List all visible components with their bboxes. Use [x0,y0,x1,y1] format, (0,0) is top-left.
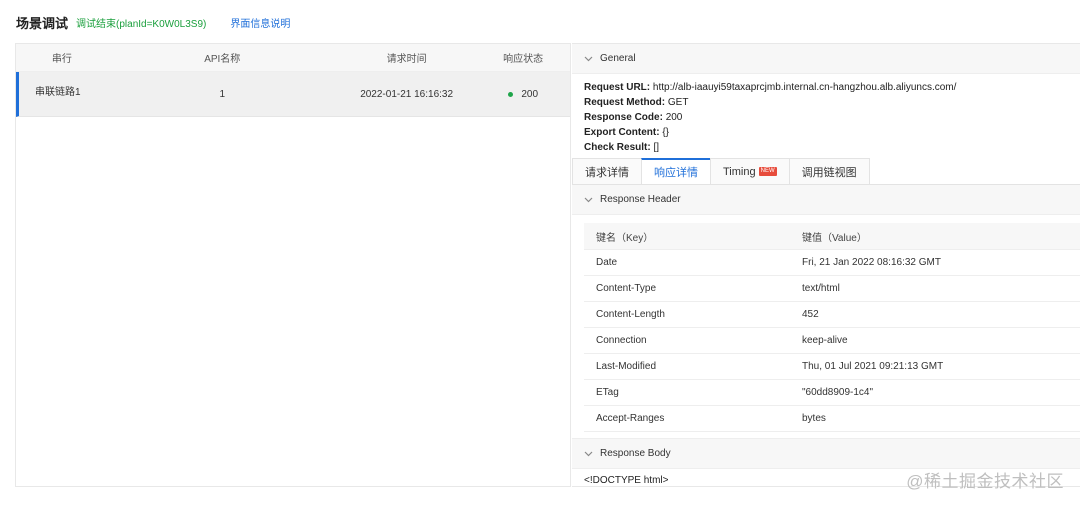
row-api-count: 1 [219,88,226,100]
general-info: Request URL: http://alb-iaauyi59taxaprcj… [572,74,1080,155]
detail-panel: General Request URL: http://alb-iaauyi59… [572,43,1080,487]
response-header-table: 键名（Key） 键值（Value） Date Fri, 21 Jan 2022 0… [584,223,1080,432]
col-request-time: 请求时间 [386,54,427,65]
watermark: @稀土掘金技术社区 [906,472,1064,491]
row-status-cell: 200 [476,89,570,100]
tab-timing-label: Timing [723,165,756,178]
info-link[interactable]: 界面信息说明 [230,15,290,30]
general-title: General [600,53,636,64]
table-row: Date Fri, 21 Jan 2022 08:16:32 GMT [584,250,1080,276]
export-content-label: Export Content: [584,127,660,138]
key-column-header: 键名（Key） [596,232,654,244]
chevron-down-icon [584,197,594,203]
header-key: Content-Type [596,283,657,294]
check-result: [] [653,142,660,153]
page-title: 场景调试 [16,15,69,31]
table-row: Content-Type text/html [584,276,1080,302]
debug-status: 调试结束(planId=K0W0L3S9) [76,18,207,30]
col-response-status: 响应状态 [503,54,544,65]
header-value: Thu, 01 Jul 2021 09:21:13 GMT [802,361,944,372]
header-value: "60dd8909-1c4" [802,387,874,398]
tab-response-detail[interactable]: 响应详情 [641,158,711,184]
scenario-table: 串行 API名称 请求时间 响应状态 串联链路1 1 2022-01-21 16… [15,43,571,487]
table-row: Accept-Ranges bytes [584,406,1080,432]
header-key: Content-Length [596,309,665,320]
request-url: http://alb-iaauyi59taxaprcjmb.internal.c… [652,82,957,93]
request-method-label: Request Method: [584,97,666,108]
header-key: Last-Modified [596,361,657,372]
row-time: 2022-01-21 16:16:32 [360,88,454,100]
table-row: Content-Length 452 [584,302,1080,328]
table-row: Last-Modified Thu, 01 Jul 2021 09:21:13 G… [584,354,1080,380]
header-value: bytes [802,413,826,424]
response-body-title: Response Body [600,448,671,459]
row-status: 200 [521,88,539,100]
tab-request-detail[interactable]: 请求详情 [572,158,642,184]
kv-header: 键名（Key） 键值（Value） [584,223,1080,250]
tab-timing[interactable]: Timing NEW [710,158,790,184]
response-code-label: Response Code: [584,112,663,123]
request-url-label: Request URL: [584,82,651,93]
chevron-down-icon [584,56,594,62]
table-row: Connection keep-alive [584,328,1080,354]
new-badge: NEW [758,167,777,176]
header-value: keep-alive [802,335,848,346]
page-header: 场景调试 调试结束(planId=K0W0L3S9) 界面信息说明 [16,10,290,34]
response-header-section[interactable]: Response Header [572,185,1080,215]
header-key: Date [596,257,618,268]
header-key: Connection [596,335,647,346]
tab-trace-view[interactable]: 调用链视图 [788,158,870,184]
header-value: 452 [802,309,819,320]
col-api-name: API名称 [204,54,241,65]
export-content: {} [662,127,670,138]
row-name: 串联链路1 [35,86,81,98]
response-header-title: Response Header [600,194,681,205]
detail-tabs: 请求详情 响应详情 Timing NEW 调用链视图 [572,158,1080,185]
general-section-header[interactable]: General [572,44,1080,74]
header-value: Fri, 21 Jan 2022 08:16:32 GMT [802,257,941,268]
response-code: 200 [665,112,683,123]
header-key: Accept-Ranges [596,413,665,424]
table-row[interactable]: 串联链路1 1 2022-01-21 16:16:32 200 [16,72,570,117]
status-dot-icon [508,91,514,97]
table-row: ETag "60dd8909-1c4" [584,380,1080,406]
response-body-section[interactable]: Response Body [572,438,1080,469]
header-value: text/html [802,283,840,294]
check-result-label: Check Result: [584,142,651,153]
value-column-header: 键值（Value） [802,232,867,244]
chevron-down-icon [584,451,594,457]
header-key: ETag [596,387,619,398]
col-serial: 串行 [51,54,72,65]
request-method: GET [667,97,689,108]
table-header: 串行 API名称 请求时间 响应状态 [16,44,570,72]
